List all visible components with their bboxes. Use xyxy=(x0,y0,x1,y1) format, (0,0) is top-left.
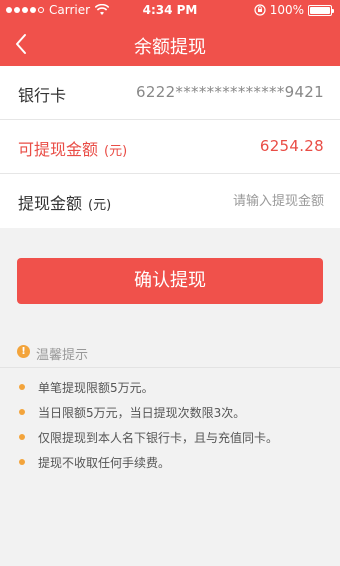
bank-card-label: 银行卡 xyxy=(18,86,67,105)
list-item: 提现不收取任何手续费。 xyxy=(0,451,340,476)
list-item: 当日限额5万元，当日提现次数限3次。 xyxy=(0,401,340,426)
tip-text: 仅限提现到本人名下银行卡，且与充值同卡。 xyxy=(38,431,279,445)
bullet-icon xyxy=(19,384,25,390)
bullet-icon xyxy=(19,434,25,440)
tip-text: 当日限额5万元，当日提现次数限3次。 xyxy=(38,406,246,420)
bullet-icon xyxy=(19,459,25,465)
battery-icon xyxy=(308,4,334,16)
top-bar: Carrier 4:34 PM 100% 余额提现 xyxy=(0,0,340,66)
available-amount-value: 6254.28 xyxy=(259,137,324,155)
confirm-withdraw-button[interactable]: 确认提现 xyxy=(17,258,323,304)
available-amount-label: 可提现金额 (元) xyxy=(18,140,128,159)
status-right: 100% xyxy=(254,3,334,17)
info-icon: ! xyxy=(17,345,30,358)
withdraw-amount-row: 提现金额 (元) xyxy=(0,174,340,228)
withdraw-form: 银行卡 6222**************9421 可提现金额 (元) 6254… xyxy=(0,66,340,228)
list-item: 单笔提现限额5万元。 xyxy=(0,376,340,401)
withdraw-unit: (元) xyxy=(88,198,112,213)
tip-text: 提现不收取任何手续费。 xyxy=(38,456,171,470)
bullet-icon xyxy=(19,409,25,415)
tips-title: 温馨提示 xyxy=(36,348,89,363)
tip-text: 单笔提现限额5万元。 xyxy=(38,381,154,395)
rotation-lock-icon xyxy=(254,4,266,16)
available-unit: (元) xyxy=(104,144,128,159)
nav-bar: 余额提现 xyxy=(0,22,340,66)
page-title: 余额提现 xyxy=(134,37,206,58)
tips-list: 单笔提现限额5万元。 当日限额5万元，当日提现次数限3次。 仅限提现到本人名下银… xyxy=(0,376,340,476)
withdraw-amount-input[interactable] xyxy=(154,186,324,216)
bank-card-number: 6222**************9421 xyxy=(136,83,324,101)
list-item: 仅限提现到本人名下银行卡，且与充值同卡。 xyxy=(0,426,340,451)
status-bar: Carrier 4:34 PM 100% xyxy=(0,0,340,22)
tips-header: ! 温馨提示 xyxy=(0,338,340,368)
battery-percent: 100% xyxy=(269,3,304,17)
available-amount-row: 可提现金额 (元) 6254.28 xyxy=(0,120,340,174)
withdraw-amount-label: 提现金额 (元) xyxy=(18,194,112,213)
bank-card-row[interactable]: 银行卡 6222**************9421 xyxy=(0,66,340,120)
